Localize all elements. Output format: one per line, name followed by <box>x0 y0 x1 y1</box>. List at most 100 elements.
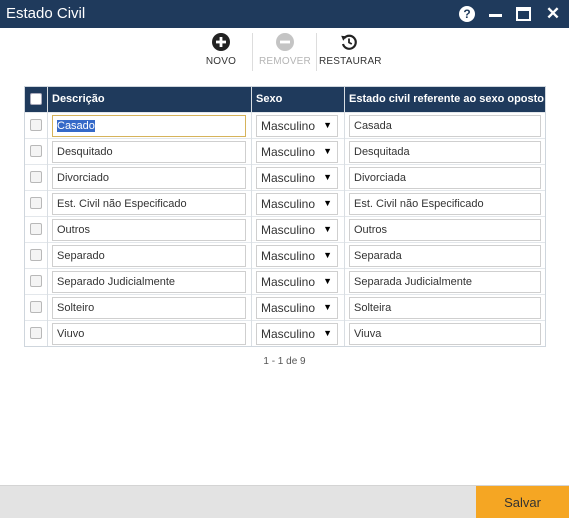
column-divider <box>47 87 48 346</box>
sexo-select[interactable]: Masculino ▼ <box>256 245 338 267</box>
sexo-value: Masculino <box>261 145 316 159</box>
header-oposto[interactable]: Estado civil referente ao sexo oposto <box>349 93 544 105</box>
row-checkbox[interactable] <box>30 119 42 131</box>
oposto-value: Separada Judicialmente <box>354 276 473 288</box>
row-checkbox[interactable] <box>30 145 42 157</box>
maximize-icon[interactable] <box>514 5 532 23</box>
oposto-value: Outros <box>354 224 388 236</box>
oposto-input[interactable]: Separada Judicialmente <box>349 271 541 293</box>
row-checkbox[interactable] <box>30 301 42 313</box>
pagination-info: 1 - 1 de 9 <box>263 356 306 367</box>
descricao-value: Viuvo <box>57 328 85 340</box>
sexo-value: Masculino <box>261 171 316 185</box>
dropdown-arrow-icon: ▼ <box>323 198 332 208</box>
sexo-value: Masculino <box>261 197 316 211</box>
header-descricao[interactable]: Descrição <box>52 93 105 105</box>
table-row: Solteiro Masculino ▼ Solteira <box>25 294 545 320</box>
title-bar: Estado Civil ? ✕ <box>0 0 569 28</box>
restaurar-label: RESTAURAR <box>319 56 382 67</box>
plus-circle-icon <box>212 33 230 51</box>
descricao-input[interactable]: Casado <box>52 115 246 137</box>
descricao-input[interactable]: Divorciado <box>52 167 246 189</box>
row-checkbox[interactable] <box>30 197 42 209</box>
help-icon[interactable]: ? <box>458 5 476 23</box>
descricao-input[interactable]: Est. Civil não Especificado <box>52 193 246 215</box>
restaurar-button[interactable]: RESTAURAR <box>319 33 382 71</box>
descricao-input[interactable]: Outros <box>52 219 246 241</box>
descricao-value: Casado <box>57 120 95 132</box>
descricao-value: Desquitado <box>57 146 113 158</box>
row-checkbox[interactable] <box>30 223 42 235</box>
dropdown-arrow-icon: ▼ <box>323 146 332 156</box>
table-row: Separado Masculino ▼ Separada <box>25 242 545 268</box>
oposto-value: Separada <box>354 250 402 262</box>
oposto-input[interactable]: Casada <box>349 115 541 137</box>
descricao-input[interactable]: Separado <box>52 245 246 267</box>
column-divider <box>251 87 252 346</box>
remover-label: REMOVER <box>259 56 311 67</box>
dropdown-arrow-icon: ▼ <box>323 172 332 182</box>
row-checkbox[interactable] <box>30 275 42 287</box>
oposto-value: Divorciada <box>354 172 406 184</box>
grid-header: Descrição Sexo Estado civil referente ao… <box>25 87 545 112</box>
table-row: Est. Civil não Especificado Masculino ▼ E… <box>25 190 545 216</box>
header-sexo[interactable]: Sexo <box>256 93 282 105</box>
row-checkbox[interactable] <box>30 249 42 261</box>
dropdown-arrow-icon: ▼ <box>323 224 332 234</box>
minimize-icon[interactable] <box>486 5 504 23</box>
oposto-input[interactable]: Solteira <box>349 297 541 319</box>
table-row: Viuvo Masculino ▼ Viuva <box>25 320 545 346</box>
oposto-input[interactable]: Divorciada <box>349 167 541 189</box>
descricao-value: Divorciado <box>57 172 109 184</box>
novo-label: NOVO <box>205 56 237 67</box>
descricao-input[interactable]: Desquitado <box>52 141 246 163</box>
descricao-value: Est. Civil não Especificado <box>57 198 187 210</box>
descricao-value: Outros <box>57 224 91 236</box>
sexo-value: Masculino <box>261 223 316 237</box>
sexo-select[interactable]: Masculino ▼ <box>256 219 338 241</box>
dropdown-arrow-icon: ▼ <box>323 276 332 286</box>
oposto-value: Desquitada <box>354 146 410 158</box>
descricao-value: Separado Judicialmente <box>57 276 176 288</box>
dropdown-arrow-icon: ▼ <box>323 328 332 338</box>
oposto-input[interactable]: Separada <box>349 245 541 267</box>
dropdown-arrow-icon: ▼ <box>323 302 332 312</box>
table-row: Separado Judicialmente Masculino ▼ Separa… <box>25 268 545 294</box>
novo-button[interactable]: NOVO <box>191 33 251 71</box>
footer-bar: Salvar <box>0 485 569 518</box>
descricao-input[interactable]: Solteiro <box>52 297 246 319</box>
row-checkbox[interactable] <box>30 171 42 183</box>
toolbar-divider <box>252 33 253 71</box>
oposto-value: Casada <box>354 120 392 132</box>
sexo-select[interactable]: Masculino ▼ <box>256 271 338 293</box>
oposto-value: Solteira <box>354 302 392 314</box>
close-icon[interactable]: ✕ <box>544 4 562 23</box>
table-row: Desquitado Masculino ▼ Desquitada <box>25 138 545 164</box>
sexo-select[interactable]: Masculino ▼ <box>256 193 338 215</box>
table-row: Casado Masculino ▼ Casada <box>25 112 545 138</box>
column-divider <box>344 87 345 346</box>
salvar-button[interactable]: Salvar <box>476 486 569 518</box>
sexo-value: Masculino <box>261 119 316 133</box>
sexo-value: Masculino <box>261 327 316 341</box>
remover-button[interactable]: REMOVER <box>255 33 315 71</box>
oposto-input[interactable]: Outros <box>349 219 541 241</box>
select-all-checkbox[interactable] <box>30 93 42 105</box>
descricao-input[interactable]: Viuvo <box>52 323 246 345</box>
oposto-input[interactable]: Viuva <box>349 323 541 345</box>
dropdown-arrow-icon: ▼ <box>323 250 332 260</box>
oposto-input[interactable]: Est. Civil não Especificado <box>349 193 541 215</box>
restore-icon <box>341 34 357 50</box>
oposto-value: Viuva <box>354 328 382 340</box>
oposto-input[interactable]: Desquitada <box>349 141 541 163</box>
descricao-input[interactable]: Separado Judicialmente <box>52 271 246 293</box>
descricao-value: Solteiro <box>57 302 95 314</box>
row-checkbox[interactable] <box>30 327 42 339</box>
sexo-select[interactable]: Masculino ▼ <box>256 141 338 163</box>
sexo-select[interactable]: Masculino ▼ <box>256 115 338 137</box>
sexo-value: Masculino <box>261 275 316 289</box>
sexo-select[interactable]: Masculino ▼ <box>256 323 338 345</box>
sexo-select[interactable]: Masculino ▼ <box>256 167 338 189</box>
table-row: Divorciado Masculino ▼ Divorciada <box>25 164 545 190</box>
sexo-select[interactable]: Masculino ▼ <box>256 297 338 319</box>
